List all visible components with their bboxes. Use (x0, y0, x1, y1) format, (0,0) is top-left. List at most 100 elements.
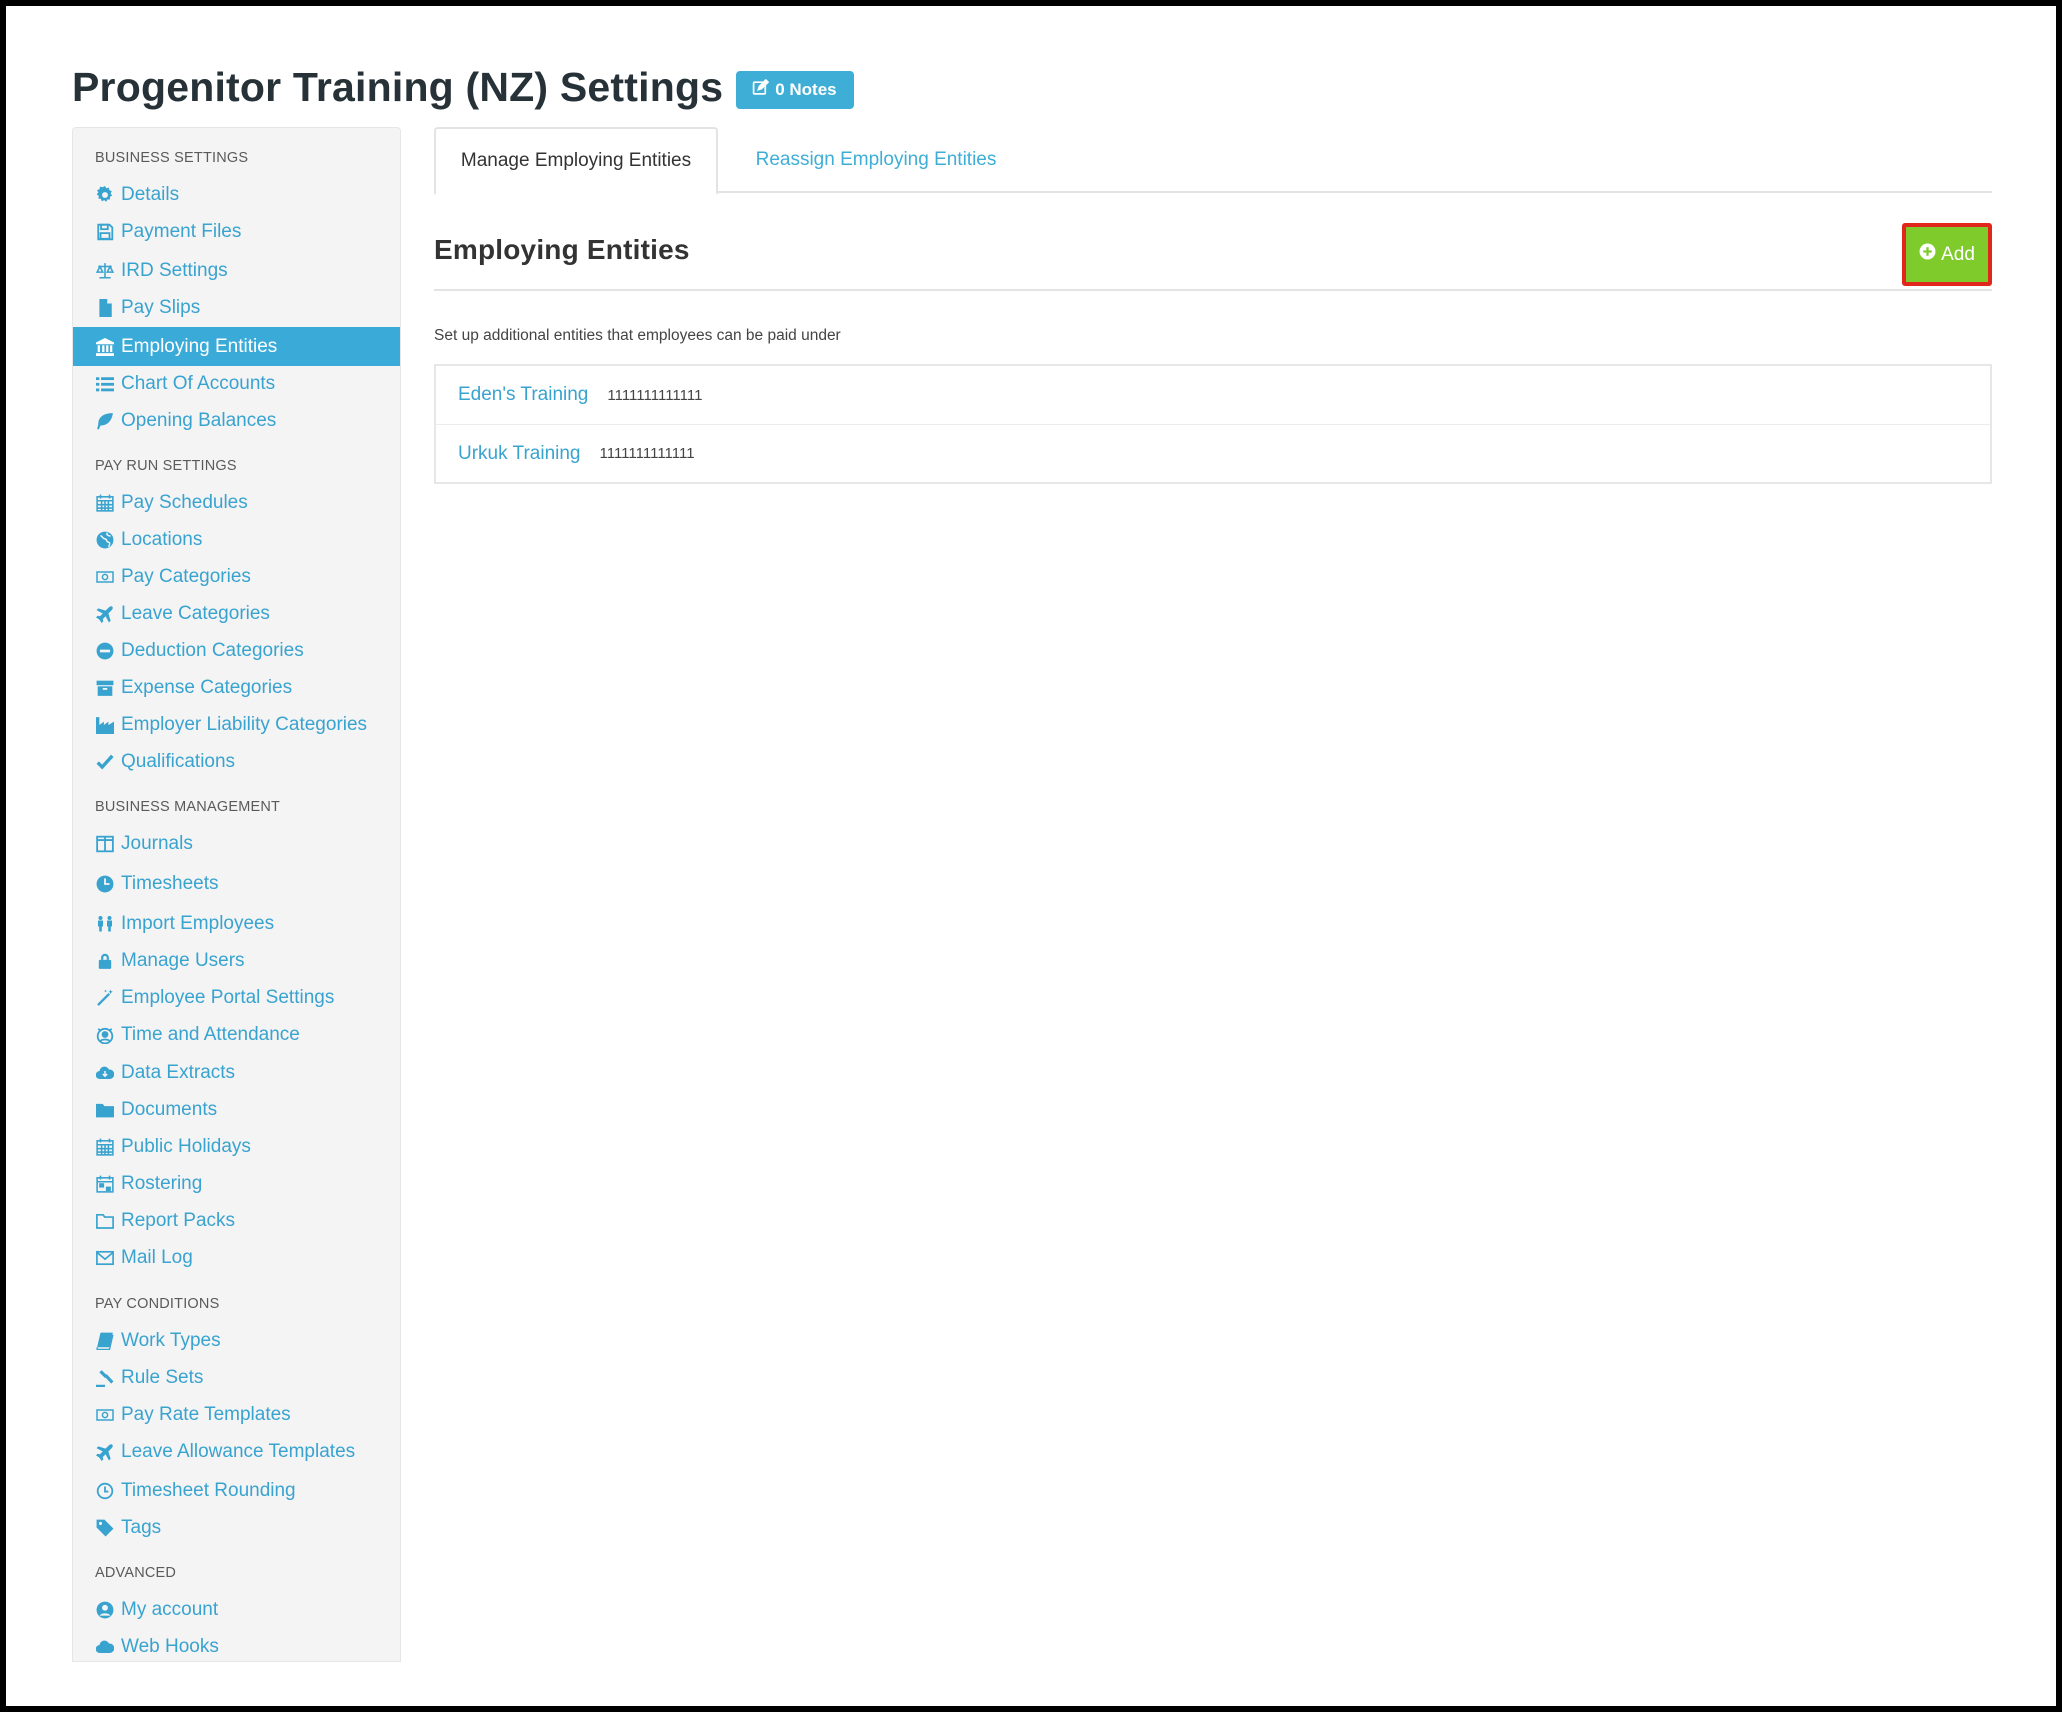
sidebar-item-public-holidays[interactable]: Public Holidays (73, 1128, 400, 1165)
sidebar-item-qualifications[interactable]: Qualifications (73, 743, 400, 780)
sidebar-item-label: Locations (121, 528, 203, 550)
sidebar-item-label: Time and Attendance (121, 1023, 300, 1045)
entity-number: 1111111111111 (599, 445, 695, 462)
sidebar-item-web-hooks[interactable]: Web Hooks (73, 1628, 400, 1661)
sidebar-item-ird-settings[interactable]: IRD Settings (73, 252, 400, 289)
sidebar-item-label: Data Extracts (121, 1061, 236, 1083)
sidebar-item-pay-categories[interactable]: Pay Categories (73, 558, 400, 595)
sidebar-item-work-types[interactable]: Work Types (73, 1322, 400, 1359)
sidebar-item-label: My account (121, 1598, 219, 1620)
clock-pie-icon (95, 874, 115, 894)
sidebar-item-timesheet-rounding[interactable]: Timesheet Rounding (73, 1472, 400, 1509)
bank-icon (95, 337, 115, 357)
sidebar-item-label: Timesheets (121, 872, 219, 894)
divider (434, 289, 1992, 291)
sidebar-item-timesheets[interactable]: Timesheets (73, 865, 400, 902)
sidebar-item-label: Mail Log (121, 1246, 193, 1268)
sidebar-item-expense-categories[interactable]: Expense Categories (73, 669, 400, 706)
plus-circle-icon (1919, 243, 1936, 266)
sidebar-item-deduction-categories[interactable]: Deduction Categories (73, 632, 400, 669)
columns-icon (95, 834, 115, 854)
notes-button[interactable]: 0 Notes (736, 70, 854, 109)
sidebar-item-label: Rule Sets (121, 1366, 204, 1388)
sidebar-item-label: Manage Users (121, 949, 245, 971)
sidebar-item-tags[interactable]: Tags (73, 1509, 400, 1546)
sidebar-item-employing-entities[interactable]: Employing Entities (73, 327, 400, 366)
entity-link[interactable]: Urkuk Training (458, 443, 581, 465)
sidebar-item-report-packs[interactable]: Report Packs (73, 1202, 400, 1239)
section-heading-business-settings: BUSINESS SETTINGS (95, 150, 249, 166)
sidebar-item-journals[interactable]: Journals (73, 825, 400, 862)
industry-icon (95, 715, 115, 735)
edit-icon (752, 78, 770, 101)
section-heading-pay-run-settings: PAY RUN SETTINGS (95, 458, 237, 474)
sidebar-item-label: Deduction Categories (121, 639, 304, 661)
sidebar-item-label: Leave Categories (121, 602, 270, 624)
magic-wand-icon (95, 988, 115, 1008)
check-icon (95, 752, 115, 772)
sidebar-item-leave-categories[interactable]: Leave Categories (73, 595, 400, 632)
leaf-icon (95, 411, 115, 431)
calendar-icon (95, 493, 115, 513)
plane-icon (95, 1442, 115, 1462)
sidebar-item-opening-balances[interactable]: Opening Balances (73, 402, 400, 439)
section-title: Employing Entities (434, 234, 690, 265)
sidebar-item-pay-schedules[interactable]: Pay Schedules (73, 484, 400, 521)
scales-icon (95, 261, 115, 281)
sidebar-item-label: Import Employees (121, 912, 275, 934)
settings-tabs: Manage Employing Entities Reassign Emplo… (434, 127, 1992, 195)
calendar-icon (95, 1137, 115, 1157)
plane-icon (95, 604, 115, 624)
sidebar-item-my-account[interactable]: My account (73, 1591, 400, 1628)
minus-circle-icon (95, 641, 115, 661)
sidebar-item-mail-log[interactable]: Mail Log (73, 1239, 400, 1276)
list-item: Urkuk Training 1111111111111 (436, 424, 1990, 482)
notes-label: 0 Notes (775, 79, 837, 99)
sidebar-item-label: Pay Categories (121, 565, 251, 587)
sidebar-item-employer-liability-categories[interactable]: Employer Liability Categories (73, 706, 400, 743)
sidebar-item-label: Qualifications (121, 750, 236, 772)
money-icon (95, 567, 115, 587)
sidebar-item-payment-files[interactable]: Payment Files (73, 213, 400, 250)
sidebar-item-label: Rostering (121, 1172, 203, 1194)
sidebar-item-employee-portal-settings[interactable]: Employee Portal Settings (73, 979, 400, 1016)
envelope-icon (95, 1248, 115, 1268)
folder-open-icon (95, 1211, 115, 1231)
sidebar-item-rule-sets[interactable]: Rule Sets (73, 1359, 400, 1396)
tag-icon (95, 1518, 115, 1538)
sidebar-item-time-and-attendance[interactable]: Time and Attendance (73, 1016, 400, 1053)
entity-number: 1111111111111 (607, 386, 703, 404)
add-button-label: Add (1941, 243, 1975, 265)
sidebar-item-import-employees[interactable]: Import Employees (73, 905, 400, 942)
sidebar-item-label: IRD Settings (121, 259, 228, 281)
add-entity-button[interactable]: Add (1902, 223, 1992, 286)
sidebar-item-locations[interactable]: Locations (73, 521, 400, 558)
gavel-icon (95, 1368, 115, 1388)
sidebar-item-leave-allowance-templates[interactable]: Leave Allowance Templates (73, 1433, 400, 1470)
sidebar-item-pay-rate-templates[interactable]: Pay Rate Templates (73, 1396, 400, 1433)
sidebar-item-manage-users[interactable]: Manage Users (73, 942, 400, 979)
people-icon (95, 914, 115, 934)
section-heading-pay-conditions: PAY CONDITIONS (95, 1296, 220, 1312)
page-title: Progenitor Training (NZ) Settings (72, 64, 724, 110)
sidebar-item-label: Timesheet Rounding (121, 1479, 296, 1501)
calendar-grid-icon (95, 1174, 115, 1194)
lock-icon (95, 951, 115, 971)
sidebar-item-label: Employer Liability Categories (121, 713, 368, 735)
sidebar-item-documents[interactable]: Documents (73, 1091, 400, 1128)
entity-link[interactable]: Eden's Training (458, 384, 588, 406)
sidebar-item-details[interactable]: Details (73, 176, 400, 213)
sidebar-item-rostering[interactable]: Rostering (73, 1165, 400, 1202)
user-clock-icon (95, 1025, 115, 1045)
sidebar-item-pay-slips[interactable]: Pay Slips (73, 289, 400, 326)
section-heading-business-management: BUSINESS MANAGEMENT (95, 799, 281, 815)
settings-sidebar: BUSINESS SETTINGS Details Payment Files … (72, 127, 401, 1662)
cloud-download-icon (95, 1063, 115, 1083)
sidebar-item-data-extracts[interactable]: Data Extracts (73, 1054, 400, 1091)
sidebar-item-label: Leave Allowance Templates (121, 1440, 356, 1462)
tab-manage-employing-entities[interactable]: Manage Employing Entities (434, 127, 718, 195)
app-frame: Progenitor Training (NZ) Settings 0 Note… (6, 6, 2056, 1706)
sidebar-item-chart-of-accounts[interactable]: Chart Of Accounts (73, 365, 400, 402)
tab-reassign-employing-entities[interactable]: Reassign Employing Entities (736, 127, 1016, 193)
sidebar-item-label: Employee Portal Settings (121, 986, 335, 1008)
